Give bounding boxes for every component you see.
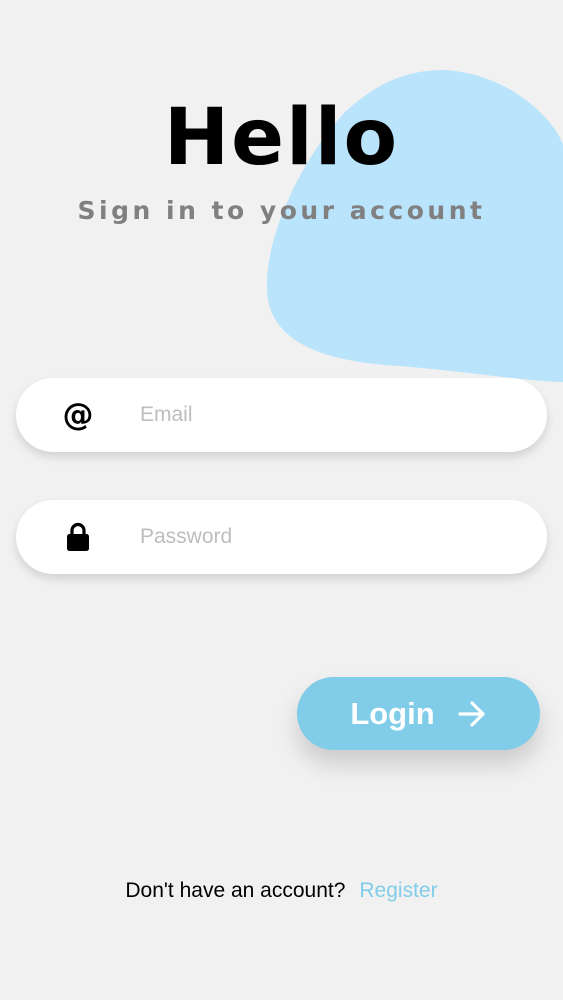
page-title: Hello	[163, 93, 400, 183]
at-sign-icon: @	[62, 396, 94, 433]
password-input[interactable]	[140, 500, 520, 574]
register-prompt: Don't have an account? Register	[0, 875, 563, 907]
register-prompt-text: Don't have an account?	[125, 879, 346, 902]
arrow-right-icon	[458, 700, 485, 727]
login-button[interactable]: Login	[297, 677, 540, 750]
login-screen: Hello Sign in to your account @ Login Do…	[0, 0, 563, 1000]
password-field[interactable]	[16, 500, 547, 574]
register-link[interactable]: Register	[359, 879, 437, 902]
page-subtitle: Sign in to your account	[77, 196, 486, 225]
lock-icon	[60, 500, 96, 574]
login-button-label: Login	[350, 695, 435, 731]
email-input[interactable]	[140, 378, 520, 452]
email-field[interactable]: @	[16, 378, 547, 452]
